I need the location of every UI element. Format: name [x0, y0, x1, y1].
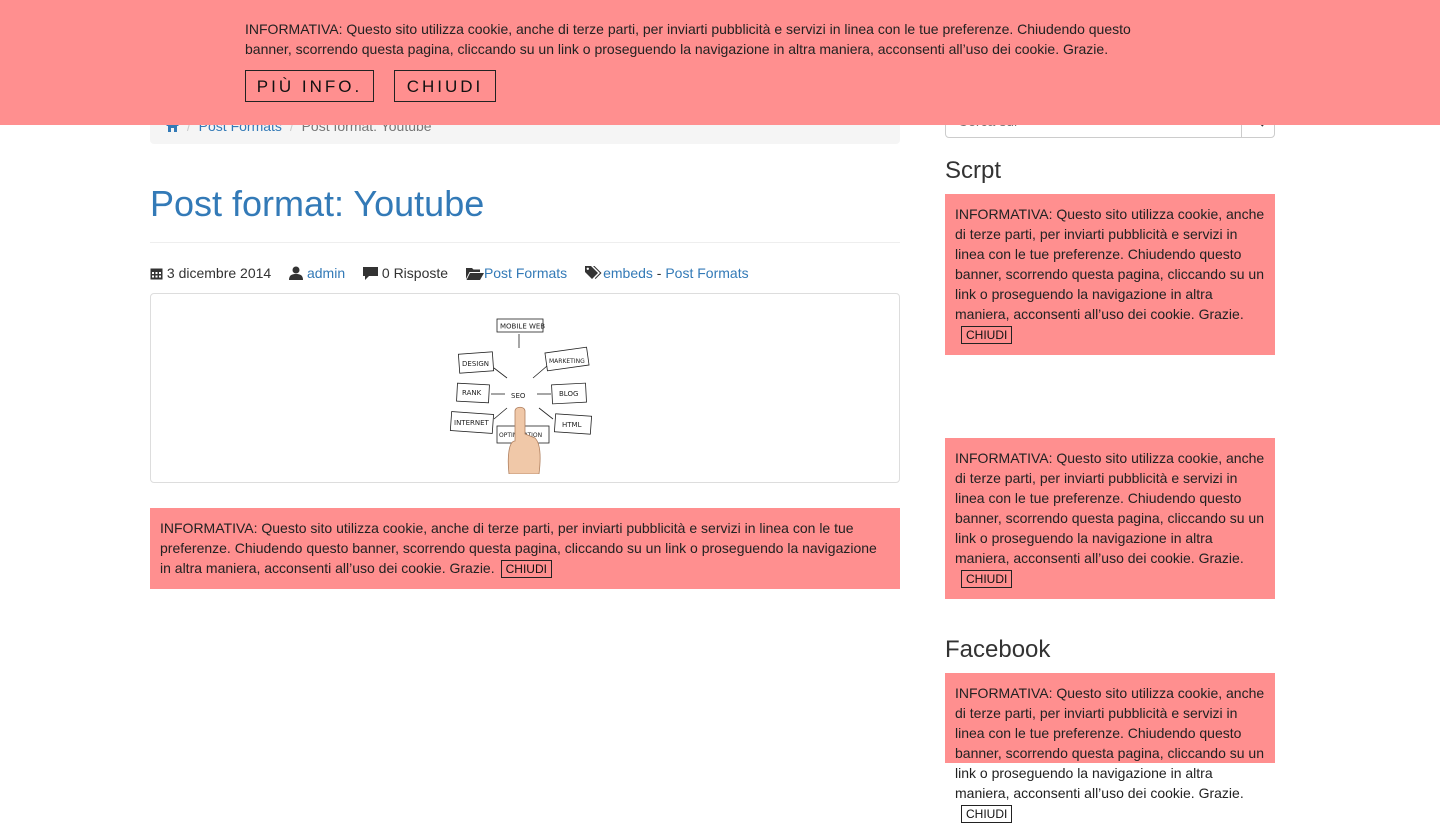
cookie-close-button[interactable]: CHIUDI — [961, 326, 1013, 344]
post-replies: 0 Risposte — [363, 264, 448, 282]
title-divider — [150, 242, 900, 243]
folder-open-icon — [465, 268, 484, 280]
tag-link-embeds[interactable]: embeds — [603, 265, 653, 281]
cookie-notice-main: INFORMATIVA: Questo sito utilizza cookie… — [150, 508, 900, 589]
category-link[interactable]: Post Formats — [484, 265, 567, 281]
post-tags: embeds - Post Formats — [585, 264, 749, 282]
more-info-button[interactable]: PIÙ INFO. — [245, 70, 374, 102]
sketch-word: BLOG — [559, 390, 578, 398]
replies-count[interactable]: 0 Risposte — [382, 265, 448, 281]
post-date-text: 3 dicembre 2014 — [166, 265, 272, 281]
author-link[interactable]: admin — [307, 265, 345, 281]
post-thumbnail[interactable]: MOBILE WEB DESIGN MARKETING RANK SEO BLO… — [150, 293, 900, 483]
tags-icon — [585, 266, 602, 279]
sketch-word: DESIGN — [462, 360, 489, 368]
seo-sketch-image: MOBILE WEB DESIGN MARKETING RANK SEO BLO… — [449, 318, 593, 474]
cookie-close-button[interactable]: CHIUDI — [961, 805, 1013, 823]
close-banner-button[interactable]: CHIUDI — [394, 70, 496, 102]
cookie-notice-sidebar-3: INFORMATIVA: Questo sito utilizza cookie… — [945, 673, 1275, 823]
sketch-word: HTML — [562, 421, 582, 429]
cookie-banner: INFORMATIVA: Questo sito utilizza cookie… — [0, 0, 1440, 125]
sketch-word: SEO — [511, 392, 526, 400]
calendar-icon — [150, 268, 163, 280]
post-title[interactable]: Post format: Youtube — [150, 180, 484, 228]
user-icon — [289, 266, 304, 280]
cookie-close-button[interactable]: CHIUDI — [500, 560, 552, 578]
cookie-notice-sidebar-2: INFORMATIVA: Questo sito utilizza cookie… — [945, 438, 1275, 599]
sketch-word: MARKETING — [549, 358, 585, 365]
post-category: Post Formats — [465, 264, 567, 282]
sketch-word: INTERNET — [454, 419, 490, 427]
widget-title-facebook: Facebook — [945, 636, 1051, 663]
cookie-close-button[interactable]: CHIUDI — [961, 570, 1013, 588]
post-date: 3 dicembre 2014 — [150, 264, 271, 282]
cookie-banner-message: INFORMATIVA: Questo sito utilizza cookie… — [245, 21, 1131, 57]
widget-title-scrpt: Scrpt — [945, 157, 1002, 184]
cookie-notice-text: INFORMATIVA: Questo sito utilizza cookie… — [955, 450, 1265, 566]
comment-icon — [363, 267, 378, 280]
cookie-notice-sidebar-1: INFORMATIVA: Questo sito utilizza cookie… — [945, 194, 1275, 355]
cookie-notice-text: INFORMATIVA: Questo sito utilizza cookie… — [955, 206, 1265, 322]
post-author: admin — [289, 264, 345, 282]
tag-link-post-formats[interactable]: Post Formats — [665, 265, 748, 281]
cookie-notice-text: INFORMATIVA: Questo sito utilizza cookie… — [955, 685, 1265, 801]
post-meta: 3 dicembre 2014 admin 0 Risposte Post Fo… — [150, 264, 749, 282]
sketch-word: RANK — [462, 389, 482, 397]
sketch-word: MOBILE WEB — [500, 323, 545, 331]
tag-separator: - — [652, 265, 666, 281]
